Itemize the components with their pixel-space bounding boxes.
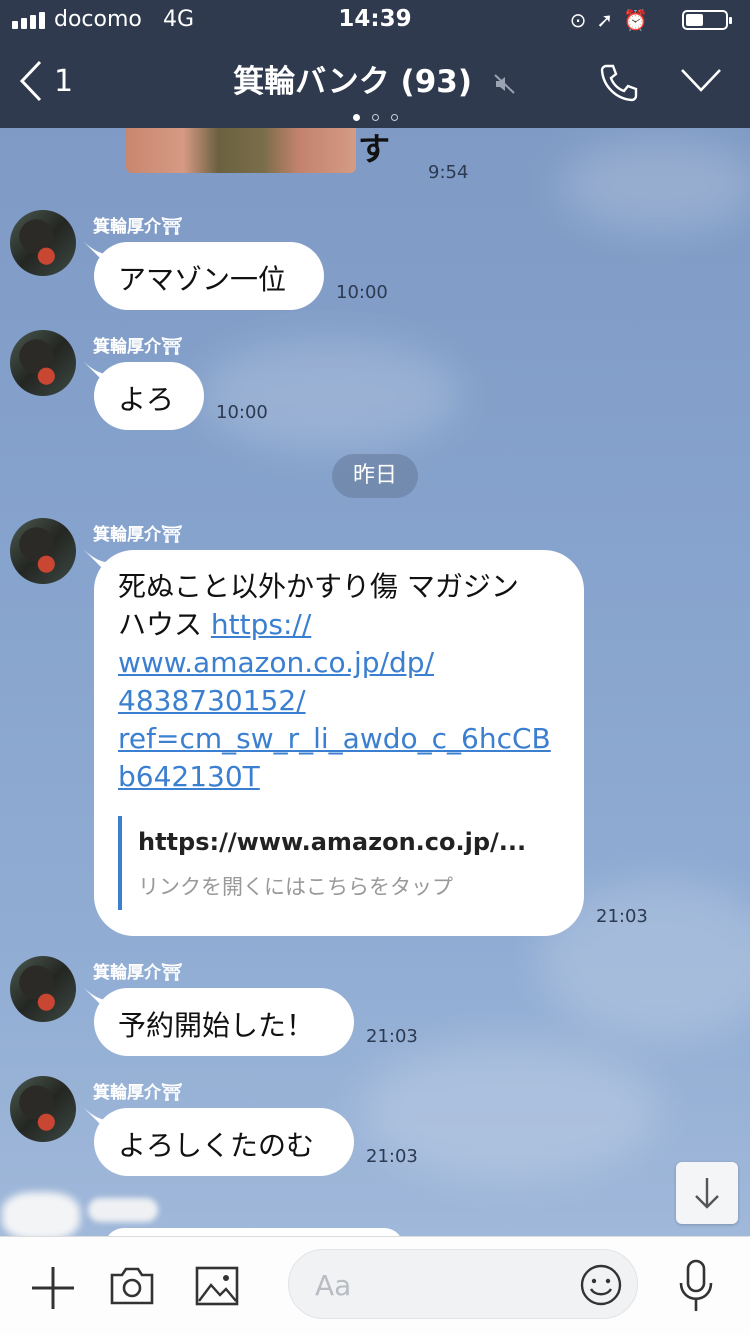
message-link[interactable]: 4838730152/ [118, 682, 578, 720]
status-bar: docomo 4G 14:39 ⊙➚⏰ [0, 0, 750, 40]
phone-icon[interactable] [598, 62, 640, 104]
page-indicator [0, 106, 750, 125]
message-link[interactable]: ref=cm_sw_r_li_awdo_c_6hcCB [118, 720, 578, 758]
message-time: 10:00 [336, 282, 388, 303]
avatar[interactable] [10, 518, 76, 584]
link-preview-title: https://www.amazon.co.jp/... [138, 828, 527, 856]
message-bubble-link[interactable]: 死ぬこと以外かすり傷 マガジン ハウス https:// www.amazon.… [94, 550, 584, 936]
message-bubble[interactable]: アマゾン一位 [94, 242, 324, 310]
image-icon[interactable] [194, 1265, 240, 1307]
shared-photo[interactable] [126, 128, 356, 173]
mute-icon [494, 73, 515, 94]
message-time: 21:03 [366, 1026, 418, 1047]
camera-icon[interactable] [108, 1265, 156, 1307]
message-text: よろ [118, 383, 175, 416]
message-text: アマゾン一位 [118, 263, 287, 296]
message-bubble[interactable]: よろ [94, 362, 204, 430]
avatar[interactable] [10, 956, 76, 1022]
photo-caption: す [358, 130, 391, 168]
cloud-decoration [560, 140, 750, 230]
chat-header: 1 箕輪バンク (93) [0, 40, 750, 128]
message-text-line: ハウス https:// [118, 606, 578, 644]
message-link[interactable]: https:// [211, 608, 311, 641]
rotation-lock-icon: ⊙ [569, 8, 597, 32]
scroll-to-bottom-button[interactable] [676, 1162, 738, 1224]
message-text-line: 死ぬこと以外かすり傷 マガジン [118, 570, 519, 603]
arrow-down-icon [695, 1178, 719, 1209]
page-dot [352, 114, 360, 121]
sender-name: 箕輪厚介⛩ [93, 337, 183, 357]
message-input[interactable] [313, 1264, 557, 1306]
message-time: 21:03 [596, 906, 648, 927]
link-preview-subtitle: リンクを開くにはこちらをタップ [138, 875, 453, 899]
location-arrow-icon: ➚ [596, 8, 624, 32]
message-text: よろしくたのむ [118, 1129, 315, 1162]
chevron-down-icon[interactable] [680, 66, 722, 94]
message-time: 9:54 [428, 162, 469, 183]
avatar-blurred [2, 1192, 80, 1240]
sender-name-blurred [88, 1198, 158, 1222]
message-input-field[interactable] [288, 1249, 638, 1319]
message-text: 死ぬこと以外かすり傷 マガジン ハウス https:// www.amazon.… [118, 568, 578, 796]
link-preview[interactable]: https://www.amazon.co.jp/... リンクを開くにはこちら… [118, 816, 552, 910]
microphone-icon[interactable] [676, 1259, 716, 1313]
alarm-icon: ⏰ [623, 8, 658, 32]
message-text-fragment: ハウス [118, 608, 211, 641]
avatar[interactable] [10, 330, 76, 396]
cloud-decoration [200, 340, 460, 450]
page-dot [390, 114, 398, 121]
page-dot [371, 114, 379, 121]
sender-name: 箕輪厚介⛩ [93, 217, 183, 237]
battery-icon [682, 10, 732, 30]
date-divider: 昨日 [332, 454, 418, 498]
sender-name: 箕輪厚介⛩ [93, 963, 183, 983]
message-link[interactable]: b642130T [118, 758, 578, 796]
group-name: 箕輪バンク (93) [233, 64, 473, 100]
message-time: 10:00 [216, 402, 268, 423]
sender-name: 箕輪厚介⛩ [93, 525, 183, 545]
avatar[interactable] [10, 1076, 76, 1142]
avatar[interactable] [10, 210, 76, 276]
message-text: 予約開始した！ [118, 1009, 315, 1042]
plus-icon[interactable] [30, 1265, 76, 1311]
battery-fill [686, 14, 703, 26]
message-bubble[interactable]: よろしくたのむ [94, 1108, 354, 1176]
status-icons: ⊙➚⏰ [570, 8, 658, 32]
message-input-bar [0, 1236, 750, 1335]
message-link[interactable]: www.amazon.co.jp/dp/ [118, 644, 578, 682]
emoji-icon[interactable] [579, 1263, 623, 1307]
sender-name: 箕輪厚介⛩ [93, 1083, 183, 1103]
message-time: 21:03 [366, 1146, 418, 1167]
message-bubble[interactable]: 予約開始した！ [94, 988, 354, 1056]
